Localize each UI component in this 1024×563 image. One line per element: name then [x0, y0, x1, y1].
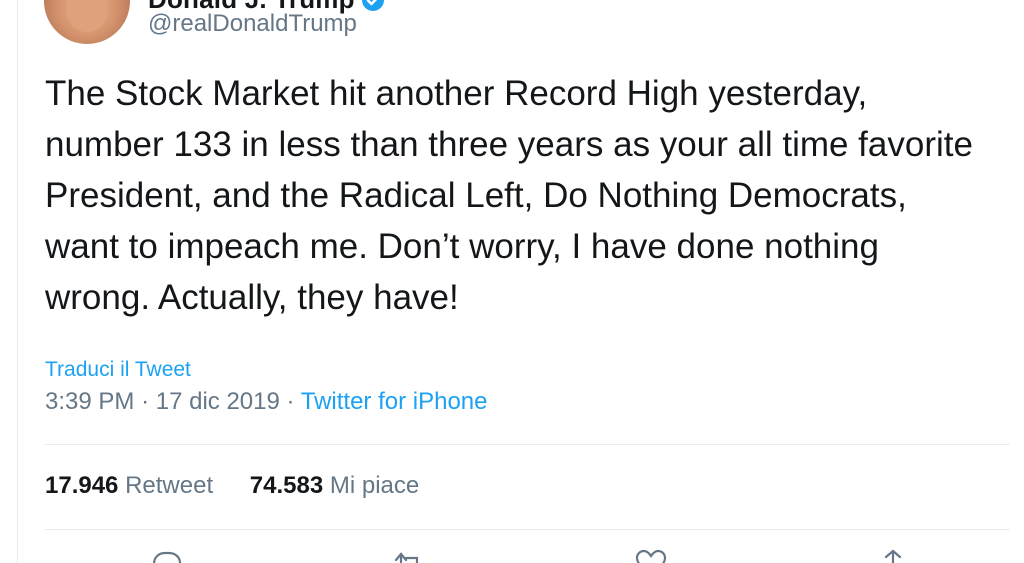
like-icon: [635, 549, 667, 563]
tweet-metadata: 3:39 PM · 17 dic 2019 · Twitter for iPho…: [45, 388, 488, 416]
divider: [45, 529, 1010, 530]
likes-label: Mi piace: [329, 472, 420, 499]
tweet-time[interactable]: 3:39 PM: [45, 388, 134, 415]
tweet-card: Donald J. Trump @realDonaldTrump The Sto…: [17, 0, 1024, 563]
divider: [45, 444, 1010, 445]
retweet-button[interactable]: [392, 548, 426, 563]
meta-separator: ·: [286, 388, 295, 415]
share-icon: [884, 549, 902, 563]
tweet-text: The Stock Market hit another Record High…: [45, 74, 973, 317]
translate-tweet-link[interactable]: Traduci il Tweet: [45, 358, 191, 382]
retweet-icon: [394, 552, 419, 563]
reply-icon: [152, 551, 182, 563]
retweets-count: 17.946: [45, 472, 119, 499]
verified-badge-icon: [362, 0, 384, 11]
retweets-stat[interactable]: 17.946 Retweet: [45, 472, 213, 500]
tweet-date[interactable]: 17 dic 2019: [156, 388, 280, 415]
retweets-label: Retweet: [125, 472, 214, 499]
tweet-source-link[interactable]: Twitter for iPhone: [301, 388, 488, 415]
reply-button[interactable]: [150, 548, 184, 563]
like-button[interactable]: [634, 548, 668, 563]
likes-stat[interactable]: 74.583 Mi piace: [250, 472, 419, 500]
user-handle[interactable]: @realDonaldTrump: [148, 10, 357, 38]
avatar-face: [66, 0, 108, 32]
avatar[interactable]: [44, 0, 130, 44]
engagement-stats: 17.946 Retweet 74.583 Mi piace: [45, 472, 449, 500]
share-button[interactable]: [876, 548, 910, 563]
likes-count: 74.583: [249, 472, 324, 499]
meta-separator: ·: [141, 388, 150, 415]
